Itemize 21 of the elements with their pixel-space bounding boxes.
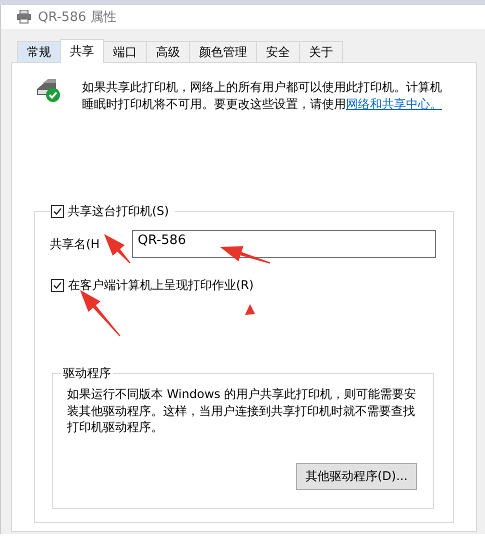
additional-drivers-button[interactable]: 其他驱动程序(D)... — [296, 463, 417, 490]
window-title: QR-586 属性 — [38, 9, 118, 26]
network-sharing-center-link[interactable]: 网络和共享中心。 — [346, 97, 442, 111]
checkbox[interactable] — [51, 205, 64, 218]
tab[interactable]: 共享 — [60, 39, 104, 63]
share-name-field[interactable]: QR-586 — [132, 230, 436, 258]
checkbox[interactable] — [51, 279, 64, 292]
tab[interactable]: 常规 — [17, 41, 61, 62]
drivers-description: 如果运行不同版本 Windows 的用户共享此打印机，则可能需要安装其他驱动程序。这样，当用户连接到共享打印机时就不需要查找打印机驱动程序。 — [67, 386, 418, 436]
shared-printer-icon — [34, 77, 62, 103]
annotation-arrow — [104, 234, 130, 264]
annotation-arrow — [80, 290, 120, 336]
checkbox-label: 共享这台打印机(S) — [68, 203, 169, 220]
printer-icon — [16, 10, 32, 24]
annotation-arrow — [245, 304, 255, 315]
group-title: 驱动程序 — [61, 365, 113, 382]
tab[interactable]: 关于 — [299, 41, 343, 62]
checkbox-label: 在客户端计算机上呈现打印作业(R) — [68, 277, 254, 294]
annotation-arrow — [220, 246, 270, 264]
share-name-label: 共享名(H — [50, 236, 100, 252]
info-text: 如果共享此打印机，网络上的所有用户都可以使用此打印机。计算机睡眠时打印机将不可用。要更改这些设置，请使用网络和共享中心。 — [82, 79, 443, 113]
